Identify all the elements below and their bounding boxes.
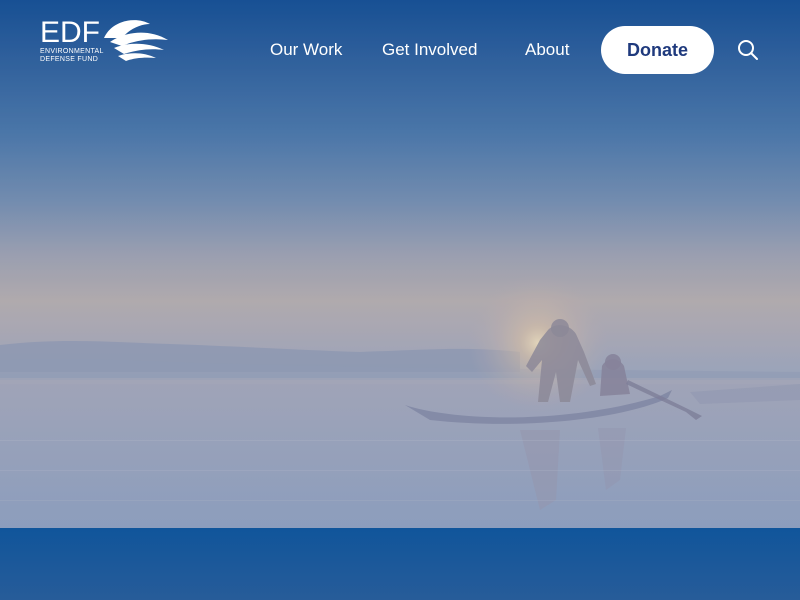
nav-our-work[interactable]: Our Work [270, 26, 342, 74]
hero-overlay [0, 0, 800, 528]
logo-line-1: ENVIRONMENTAL [40, 48, 104, 55]
nav-get-involved[interactable]: Get Involved [382, 26, 477, 74]
nav-about[interactable]: About [525, 26, 569, 74]
edf-logo[interactable]: EDF ENVIRONMENTAL DEFENSE FUND [40, 18, 172, 66]
footer-band [0, 528, 800, 600]
donate-button[interactable]: Donate [601, 26, 714, 74]
search-icon [738, 40, 758, 60]
wing-logo-icon [104, 20, 168, 61]
logo-line-2: DEFENSE FUND [40, 56, 99, 63]
search-button[interactable] [736, 38, 760, 62]
hero-image [0, 0, 800, 528]
logo-letters: EDF [40, 16, 100, 49]
